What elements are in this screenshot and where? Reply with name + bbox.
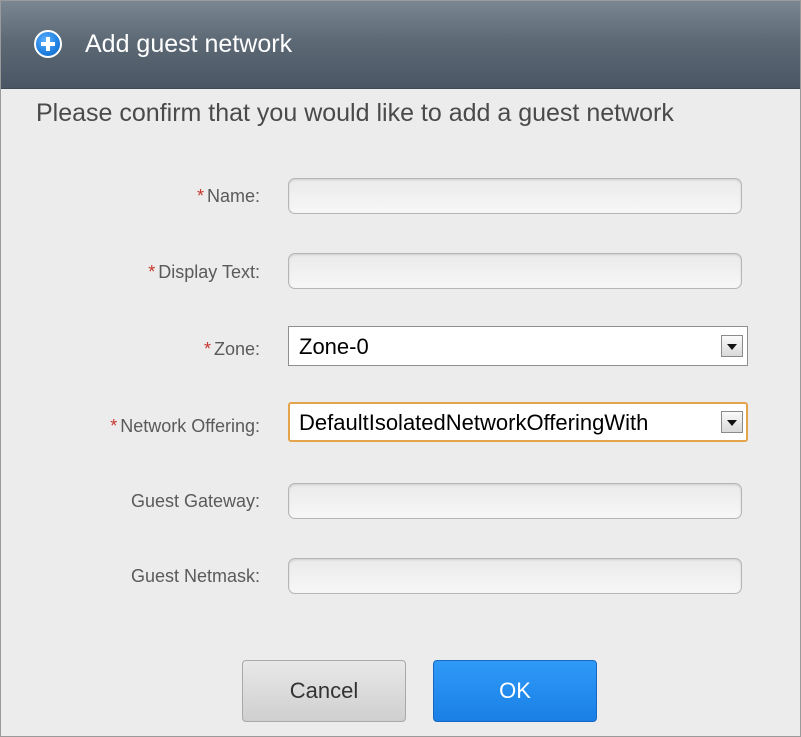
dialog-title: Add guest network xyxy=(85,30,293,58)
zone-selected-value: Zone-0 xyxy=(299,334,369,359)
guest-gateway-label-text: Guest Gateway: xyxy=(130,491,260,511)
required-marker: * xyxy=(110,416,118,436)
dialog-titlebar: Add guest network xyxy=(1,1,800,89)
zone-label-text: Zone: xyxy=(213,339,260,359)
zone-select[interactable]: Zone-0 xyxy=(288,326,748,366)
cancel-button[interactable]: Cancel xyxy=(242,660,406,722)
required-marker: * xyxy=(148,262,156,282)
guest-netmask-label-text: Guest Netmask: xyxy=(130,566,260,586)
name-input[interactable] xyxy=(288,178,742,214)
network-offering-label: * Network Offering: xyxy=(110,414,260,438)
guest-gateway-input[interactable] xyxy=(288,483,742,519)
guest-netmask-input[interactable] xyxy=(288,558,742,594)
guest-netmask-label: Guest Netmask: xyxy=(131,564,260,588)
guest-gateway-label: Guest Gateway: xyxy=(131,489,260,513)
name-label: * Name: xyxy=(197,184,260,208)
required-marker: * xyxy=(196,186,204,206)
display-text-label-text: Display Text: xyxy=(158,262,260,282)
name-label-text: Name: xyxy=(206,186,260,206)
network-offering-selected-value: DefaultIsolatedNetworkOfferingWith xyxy=(299,410,649,435)
zone-label: * Zone: xyxy=(204,337,260,361)
ok-button[interactable]: OK xyxy=(433,660,597,722)
display-text-input[interactable] xyxy=(288,253,742,289)
chevron-down-icon[interactable] xyxy=(721,411,743,433)
network-offering-label-text: Network Offering: xyxy=(120,416,260,436)
network-offering-select[interactable]: DefaultIsolatedNetworkOfferingWith xyxy=(288,402,748,442)
required-marker: * xyxy=(203,339,211,359)
add-circle-icon xyxy=(34,30,62,58)
chevron-down-icon[interactable] xyxy=(721,335,743,357)
confirm-message: Please confirm that you would like to ad… xyxy=(36,99,674,127)
display-text-label: * Display Text: xyxy=(148,260,260,284)
add-guest-network-dialog: Add guest network Please confirm that yo… xyxy=(0,0,801,737)
